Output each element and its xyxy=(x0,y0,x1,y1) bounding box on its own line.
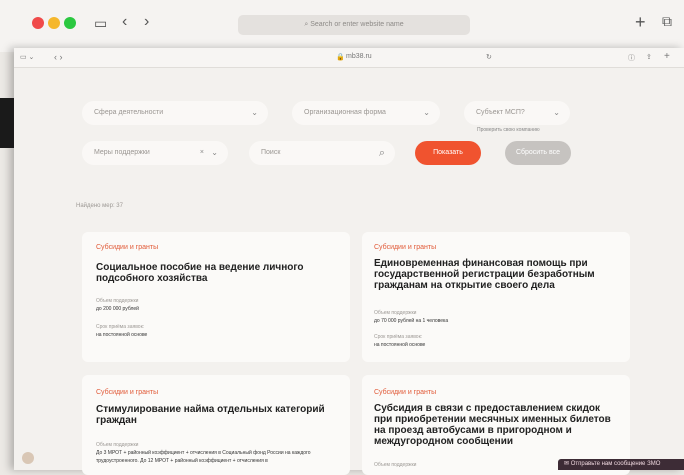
background-window xyxy=(0,98,14,148)
org-form-select[interactable]: Организационная форма ⌄ xyxy=(292,101,440,125)
amount-value: До 3 МРОТ + районный коэффициент + отчис… xyxy=(96,450,311,464)
close-window-button[interactable] xyxy=(32,17,44,29)
card-category: Субсидии и гранты xyxy=(96,244,159,251)
amount-label: Объем поддержки xyxy=(96,442,139,448)
new-tab-icon[interactable]: + xyxy=(635,12,646,33)
floating-button[interactable] xyxy=(22,452,34,464)
card-title: Социальное пособие на ведение личного по… xyxy=(96,262,304,284)
inner-window: ▭ ⌄ ‹ › 🔒 mb38.ru ↻ ⓘ ⇪ + Сфера деятельн… xyxy=(14,48,684,475)
amount-value: до 200 000 рублей xyxy=(96,306,139,312)
card-category: Субсидии и гранты xyxy=(374,389,437,396)
chevron-down-icon: ⌄ xyxy=(251,108,258,117)
results-count: Найдено мер: 37 xyxy=(76,203,123,209)
check-company-link[interactable]: Проверить свою компанию xyxy=(477,127,540,133)
show-button[interactable]: Показать xyxy=(415,141,481,165)
chevron-down-icon: ⌄ xyxy=(211,148,218,157)
card-title: Стимулирование найма отдельных категорий… xyxy=(96,404,325,426)
lock-icon: 🔒 xyxy=(336,54,345,61)
chat-widget[interactable]: ✉ Отправьте нам сообщение ЗМО xyxy=(558,459,684,470)
term-label: Срок приёма заявок: xyxy=(374,334,423,340)
forward-icon[interactable]: › xyxy=(144,13,149,31)
sidebar-icon[interactable]: ▭ xyxy=(94,15,107,32)
card-title: Субсидия в связи с предоставлением скидо… xyxy=(374,403,611,447)
search-placeholder: Search or enter website name xyxy=(310,21,404,28)
reload-icon[interactable]: ↻ xyxy=(486,53,492,61)
amount-value: до 70 000 рублей на 1 человека xyxy=(374,318,449,324)
term-value: на постоянной основе xyxy=(96,332,148,338)
zoom-window-button[interactable] xyxy=(64,17,76,29)
subject-select[interactable]: Субъект МСП? ⌄ xyxy=(464,101,570,125)
amount-label: Объем поддержки xyxy=(374,462,417,468)
amount-label: Объем поддержки xyxy=(374,310,417,316)
card-title: Единовременная финансовая помощь при гос… xyxy=(374,258,595,291)
address-field[interactable]: mb38.ru xyxy=(346,53,372,60)
card-category: Субсидии и гранты xyxy=(96,389,159,396)
back-icon[interactable]: ‹ xyxy=(122,13,127,31)
reset-button[interactable]: Сбросить все xyxy=(505,141,571,165)
inner-new-tab-icon[interactable]: + xyxy=(664,51,670,62)
term-value: на постоянной основе xyxy=(374,342,426,348)
chat-icon: ✉ xyxy=(564,461,571,467)
tab-overview-icon[interactable]: ⧉ xyxy=(662,13,672,30)
support-card[interactable]: Субсидии и гранты Социальное пособие на … xyxy=(82,232,350,362)
search-icon: ⌕ xyxy=(378,147,385,159)
chevron-down-icon: ⌄ xyxy=(553,108,560,117)
support-card[interactable]: Субсидии и гранты Единовременная финансо… xyxy=(362,232,630,362)
share-icon[interactable]: ⇪ xyxy=(646,53,652,61)
search-input[interactable]: ⌕ Search or enter website name xyxy=(238,15,470,35)
info-icon[interactable]: ⓘ xyxy=(628,53,635,63)
inner-toolbar: ▭ ⌄ ‹ › 🔒 mb38.ru ↻ ⓘ ⇪ + xyxy=(14,48,684,68)
amount-label: Объем поддержки xyxy=(96,298,139,304)
inner-nav-icon[interactable]: ‹ › xyxy=(54,52,63,62)
term-label: Срок приёма заявок: xyxy=(96,324,145,330)
card-category: Субсидии и гранты xyxy=(374,244,437,251)
support-select[interactable]: Меры поддержки × ⌄ xyxy=(82,141,228,165)
chevron-down-icon: ⌄ xyxy=(423,108,430,117)
minimize-window-button[interactable] xyxy=(48,17,60,29)
sphere-select[interactable]: Сфера деятельности ⌄ xyxy=(82,101,268,125)
search-field[interactable]: Поиск ⌕ xyxy=(249,141,395,165)
clear-icon[interactable]: × xyxy=(200,141,204,165)
support-card[interactable]: Субсидии и гранты Стимулирование найма о… xyxy=(82,375,350,475)
inner-sidebar-icon[interactable]: ▭ ⌄ xyxy=(20,53,34,61)
